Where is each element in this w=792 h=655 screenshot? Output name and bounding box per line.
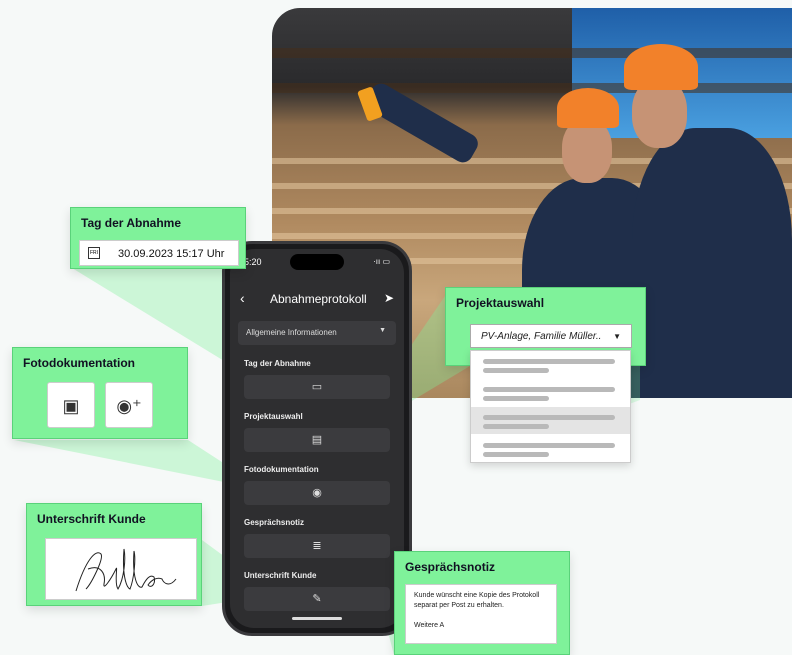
date-display[interactable]: FRI 30.09.2023 15:17 Uhr [79,240,239,266]
edit-icon: ✎ [312,593,322,605]
card-title: Gesprächsnotiz [405,560,496,574]
note-line: separat per Post zu erhalten. [414,602,504,609]
project-selected-value: PV-Anlage, Familie Müller.. [481,331,602,342]
page-title: Abnahmeprotokoll [270,292,367,306]
label-tag-der-abnahme: Tag der Abnahme [244,359,311,368]
add-photo-button[interactable]: ◉⁺ [105,382,153,428]
status-bar: 5:20 ·ıı ▭ [230,257,404,271]
project-option[interactable] [471,407,630,434]
card-title: Unterschrift Kunde [37,512,146,526]
project-option[interactable] [471,351,630,378]
signature-pad[interactable] [45,538,197,600]
label-gespraechsnotiz: Gesprächsnotiz [244,518,305,527]
tag-der-abnahme-card: Tag der Abnahme FRI 30.09.2023 15:17 Uhr [70,207,246,269]
calendar-icon: ▭ [311,381,323,393]
photo-field[interactable]: ◉ [244,481,390,505]
card-title: Tag der Abnahme [81,216,182,230]
label-fotodokumentation: Fotodokumentation [244,465,319,474]
dropdown-label: Allgemeine Informationen [246,328,337,337]
project-select[interactable]: PV-Anlage, Familie Müller.. ▼ [470,324,632,348]
clipboard-icon: ▤ [311,434,323,446]
note-line: Weitere A [414,622,445,629]
signature-drawing [75,548,177,592]
notes-icon: ≣ [312,540,322,552]
signature-field[interactable]: ✎ [244,587,390,611]
date-value: 30.09.2023 15:17 Uhr [118,248,225,260]
camera-icon: ◉ [312,487,322,499]
status-time: 5:20 [244,257,262,267]
calendar-icon: FRI [88,247,100,259]
note-line: Kunde wünscht eine Kopie des Protokoll [414,592,540,599]
date-field[interactable]: ▭ [244,375,390,399]
card-title: Fotodokumentation [23,356,135,370]
send-icon[interactable]: ➤ [384,291,394,305]
note-field[interactable]: ≣ [244,534,390,558]
project-field[interactable]: ▤ [244,428,390,452]
project-option[interactable] [471,379,630,406]
caret-down-icon: ▼ [613,332,621,341]
project-options-list [470,350,631,463]
battery-icon: ·ıı ▭ [373,257,390,266]
gespraechsnotiz-card: Gesprächsnotiz Kunde wünscht eine Kopie … [394,551,570,655]
note-textarea[interactable]: Kunde wünscht eine Kopie des Protokoll s… [405,584,557,644]
label-projektauswahl: Projektauswahl [244,412,303,421]
phone-mockup: 5:20 ·ıı ▭ ‹ Abnahmeprotokoll ➤ Allgemei… [222,241,412,636]
unterschrift-kunde-card: Unterschrift Kunde [26,503,202,606]
caret-down-icon: ▼ [379,327,386,334]
phone-screen: 5:20 ·ıı ▭ ‹ Abnahmeprotokoll ➤ Allgemei… [230,249,404,628]
project-option[interactable] [471,435,630,462]
back-icon[interactable]: ‹ [240,290,245,306]
card-title: Projektauswahl [456,296,545,310]
add-camera-icon: ◉⁺ [116,396,142,416]
gallery-icon: ▣ [62,396,80,416]
label-unterschrift-kunde: Unterschrift Kunde [244,571,317,580]
home-indicator [292,617,342,620]
gallery-button[interactable]: ▣ [47,382,95,428]
app-bar: ‹ Abnahmeprotokoll ➤ [230,289,404,311]
section-dropdown[interactable]: Allgemeine Informationen ▼ [238,321,396,345]
fotodokumentation-card: Fotodokumentation ▣ ◉⁺ [12,347,188,439]
